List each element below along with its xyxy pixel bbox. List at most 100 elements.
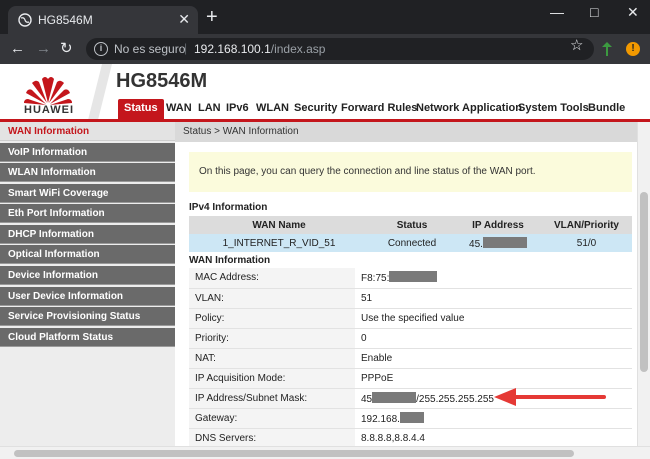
col-ip-address: IP Address xyxy=(455,216,541,234)
dns-servers-label: DNS Servers: xyxy=(189,428,355,449)
sidebar-item-wan-information[interactable]: WAN Information xyxy=(0,122,175,141)
ip-prefix: 45 xyxy=(361,393,373,405)
breadcrumb: Status > WAN Information xyxy=(175,122,637,142)
nav-wlan[interactable]: WLAN xyxy=(256,99,289,119)
scrollbar-thumb[interactable] xyxy=(14,450,574,457)
nav-network-application[interactable]: Network Application xyxy=(416,99,522,119)
mac-address-label: MAC Address: xyxy=(189,268,355,289)
mac-address-value: F8:75: xyxy=(355,268,632,289)
sidebar-item-optical-information[interactable]: Optical Information xyxy=(0,245,175,264)
tab-title: HG8546M xyxy=(38,13,93,27)
sidebar-item-cloud-platform-status[interactable]: Cloud Platform Status xyxy=(0,328,175,347)
sidebar-item-service-provisioning-status[interactable]: Service Provisioning Status xyxy=(0,307,175,326)
dns-servers-value: 8.8.8.8,8.8.4.4 xyxy=(355,428,632,449)
globe-icon xyxy=(18,13,32,27)
ip-acquisition-label: IP Acquisition Mode: xyxy=(189,368,355,389)
wan-info-table: MAC Address: F8:75: VLAN: 51 Policy: Use… xyxy=(189,268,632,449)
maximize-icon[interactable]: □ xyxy=(590,4,598,20)
redacted-block xyxy=(399,411,424,423)
nav-wan[interactable]: WAN xyxy=(166,99,192,119)
main-content: On this page, you can query the connecti… xyxy=(175,142,637,459)
sidebar-item-voip-information[interactable]: VoIP Information xyxy=(0,143,175,162)
nav-system-tools[interactable]: System Tools xyxy=(518,99,589,119)
bookmark-star-icon[interactable]: ☆ xyxy=(570,36,583,54)
reload-icon[interactable]: ↻ xyxy=(60,40,73,58)
priority-value: 0 xyxy=(355,328,632,349)
table-row[interactable]: 1_INTERNET_R_VID_51 Connected 45. 51/0 xyxy=(189,234,632,252)
forward-arrow-icon[interactable]: → xyxy=(36,40,51,58)
brand-wordmark: HUAWEI xyxy=(24,104,74,116)
annotation-arrow-icon xyxy=(494,388,606,406)
col-vlan-priority: VLAN/Priority xyxy=(541,216,632,234)
page-description: On this page, you can query the connecti… xyxy=(189,152,632,192)
gateway-prefix: 192.168. xyxy=(361,413,400,425)
table-row: NAT: Enable xyxy=(189,348,632,369)
header-divider xyxy=(88,64,112,120)
ip-acquisition-value: PPPoE xyxy=(355,368,632,389)
nat-label: NAT: xyxy=(189,348,355,369)
redacted-block xyxy=(372,391,417,403)
sidebar-item-smart-wifi-coverage[interactable]: Smart WiFi Coverage xyxy=(0,184,175,203)
browser-toolbar: ← → ↻ i No es seguro | 192.168.100.1/ind… xyxy=(0,34,650,64)
nav-ipv6[interactable]: IPv6 xyxy=(226,99,249,119)
table-row: Policy: Use the specified value xyxy=(189,308,632,329)
gateway-value: 192.168. xyxy=(355,408,632,429)
nav-forward-rules[interactable]: Forward Rules xyxy=(341,99,417,119)
ip-prefix: 45. xyxy=(469,238,483,250)
omnibox-separator: | xyxy=(184,41,188,55)
sidebar-item-eth-port-information[interactable]: Eth Port Information xyxy=(0,204,175,223)
mac-prefix: F8:75: xyxy=(361,273,390,285)
table-row: MAC Address: F8:75: xyxy=(189,268,632,289)
priority-label: Priority: xyxy=(189,328,355,349)
scrollbar-thumb[interactable] xyxy=(640,192,648,372)
col-status: Status xyxy=(369,216,455,234)
policy-label: Policy: xyxy=(189,308,355,329)
sidebar-item-user-device-information[interactable]: User Device Information xyxy=(0,287,175,306)
table-row: DNS Servers: 8.8.8.8,8.8.4.4 xyxy=(189,428,632,449)
device-model-title: HG8546M xyxy=(116,70,208,92)
sidebar: WAN Information VoIP Information WLAN In… xyxy=(0,122,175,459)
ipv4-section-title: IPv4 Information xyxy=(189,202,268,213)
window-close-icon[interactable]: ✕ xyxy=(627,4,639,21)
sidebar-item-device-information[interactable]: Device Information xyxy=(0,266,175,285)
nav-status[interactable]: Status xyxy=(118,99,164,119)
table-row: Gateway: 192.168. xyxy=(189,408,632,429)
table-row: IP Acquisition Mode: PPPoE xyxy=(189,368,632,389)
extension-alert-icon[interactable]: ! xyxy=(626,42,640,56)
horizontal-scrollbar[interactable] xyxy=(0,446,650,459)
vlan-label: VLAN: xyxy=(189,288,355,309)
sidebar-item-dhcp-information[interactable]: DHCP Information xyxy=(0,225,175,244)
nav-bundle[interactable]: Bundle xyxy=(588,99,625,119)
table-row: VLAN: 51 xyxy=(189,288,632,309)
col-wan-name: WAN Name xyxy=(189,216,369,234)
info-icon[interactable]: i xyxy=(94,42,108,56)
ip-subnet-label: IP Address/Subnet Mask: xyxy=(189,388,355,409)
gateway-label: Gateway: xyxy=(189,408,355,429)
ip-address-cell: 45. xyxy=(455,234,541,252)
back-arrow-icon[interactable]: ← xyxy=(10,40,25,58)
wan-section-title: WAN Information xyxy=(189,255,271,266)
browser-titlebar: HG8546M ✕ + — □ ✕ xyxy=(0,0,650,34)
ipv4-header-row: WAN Name Status IP Address VLAN/Priority xyxy=(189,216,632,234)
browser-tab[interactable]: HG8546M ✕ xyxy=(8,6,198,34)
policy-value: Use the specified value xyxy=(355,308,632,329)
subnet-mask: /255.255.255.255 xyxy=(416,393,494,405)
close-tab-icon[interactable]: ✕ xyxy=(178,11,190,28)
security-label: No es seguro xyxy=(114,42,186,56)
nav-security[interactable]: Security xyxy=(294,99,337,119)
nat-value: Enable xyxy=(355,348,632,369)
address-bar[interactable]: i No es seguro | 192.168.100.1/index.asp xyxy=(86,38,594,60)
sidebar-item-wlan-information[interactable]: WLAN Information xyxy=(0,163,175,182)
new-tab-button[interactable]: + xyxy=(206,7,218,27)
vertical-scrollbar[interactable] xyxy=(637,122,650,459)
nav-lan[interactable]: LAN xyxy=(198,99,221,119)
minimize-icon[interactable]: — xyxy=(550,4,564,20)
ipv4-table: WAN Name Status IP Address VLAN/Priority… xyxy=(189,216,632,252)
extension-tree-icon[interactable] xyxy=(600,41,614,57)
status-cell: Connected xyxy=(369,234,455,252)
redacted-block xyxy=(389,271,438,283)
vlan-value: 51 xyxy=(355,288,632,309)
url-path: /index.asp xyxy=(270,42,326,56)
table-row: Priority: 0 xyxy=(189,328,632,349)
vlan-priority-cell: 51/0 xyxy=(541,234,632,252)
